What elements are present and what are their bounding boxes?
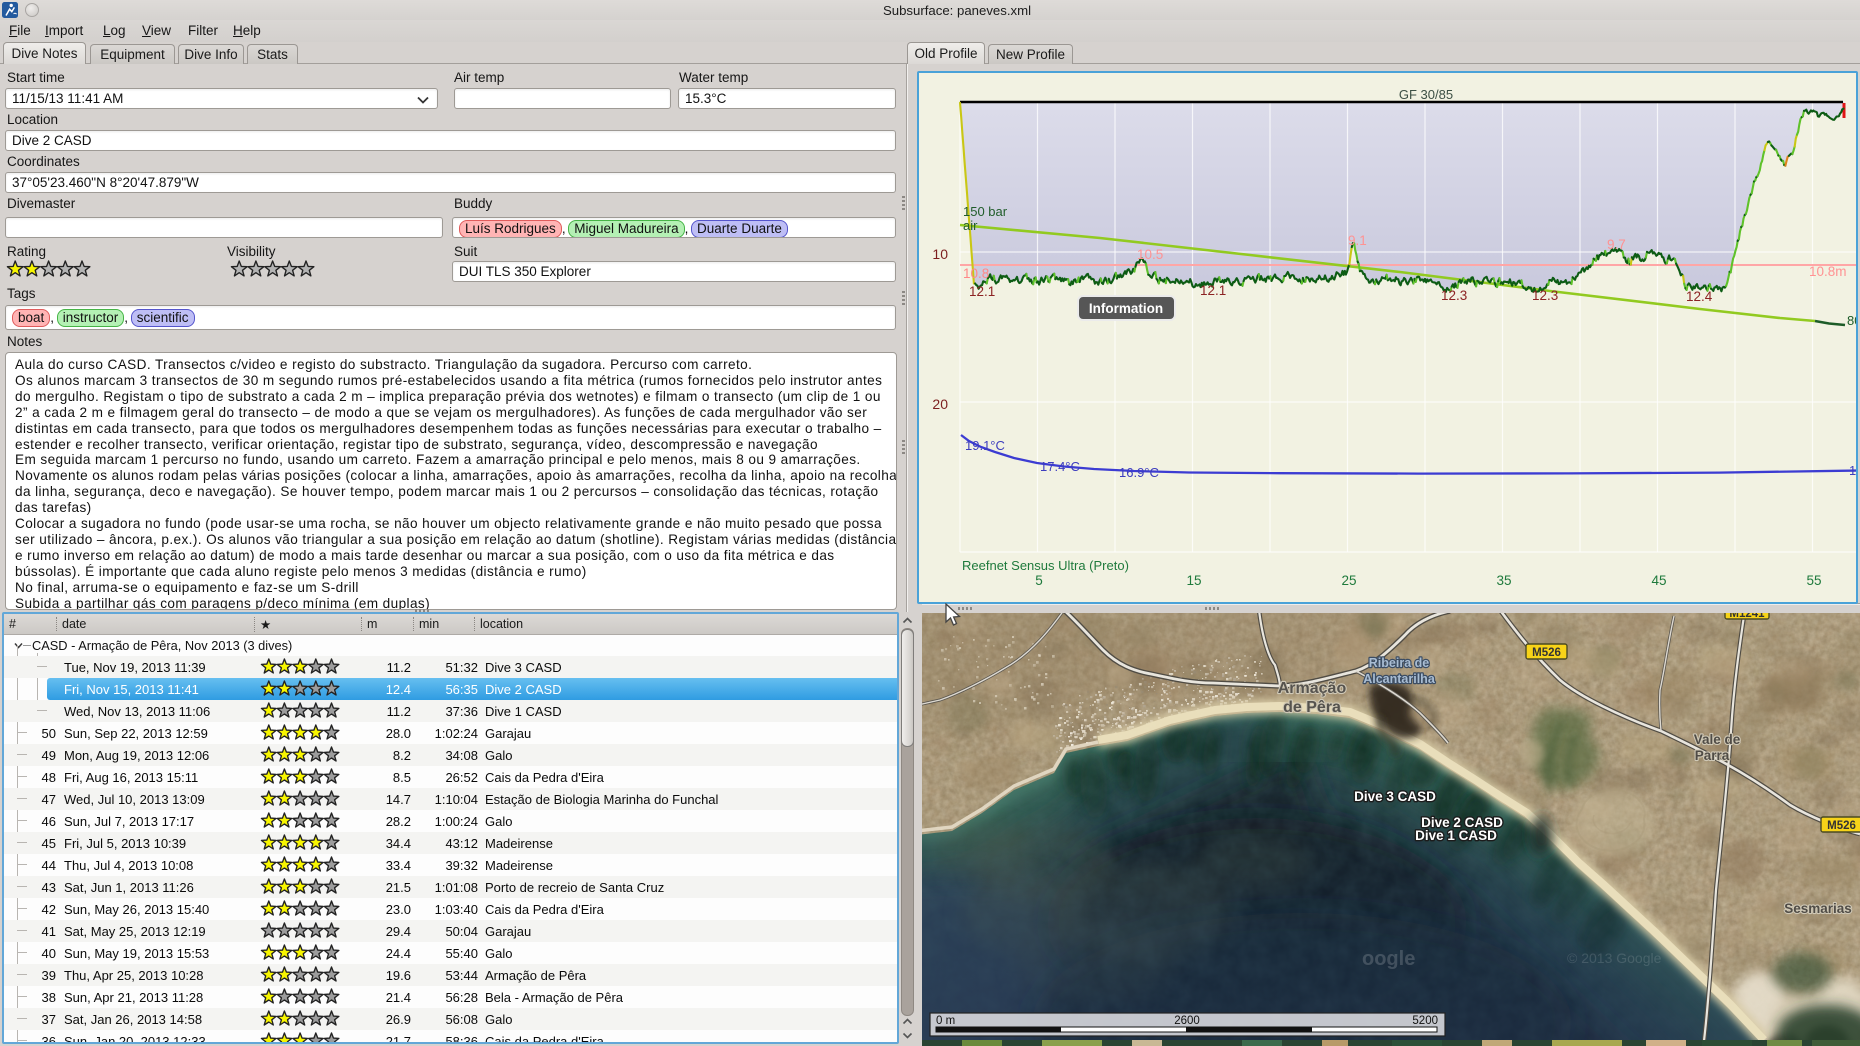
svg-text:12.4: 12.4: [1686, 289, 1713, 304]
svg-text:5: 5: [1035, 573, 1043, 588]
svg-text:12.1: 12.1: [1200, 283, 1226, 298]
svg-text:0 m: 0 m: [936, 1015, 955, 1027]
svg-text:10: 10: [932, 246, 948, 262]
svg-text:9.1: 9.1: [1348, 233, 1367, 248]
svg-text:M526: M526: [1532, 647, 1561, 659]
svg-text:150 bar: 150 bar: [963, 204, 1008, 219]
svg-text:Armação: Armação: [1278, 680, 1347, 697]
svg-text:45: 45: [1651, 573, 1666, 588]
svg-text:17.4°C: 17.4°C: [1040, 459, 1080, 474]
svg-text:M1241: M1241: [1729, 613, 1765, 620]
svg-text:Reefnet Sensus Ultra (Preto): Reefnet Sensus Ultra (Preto): [962, 558, 1129, 573]
svg-text:16.9°C: 16.9°C: [1119, 465, 1159, 480]
svg-text:Alcantarilha: Alcantarilha: [1363, 672, 1436, 686]
svg-text:12.3: 12.3: [1441, 288, 1467, 303]
svg-text:2600: 2600: [1174, 1015, 1200, 1027]
svg-text:Information: Information: [1089, 301, 1163, 316]
svg-text:Dive 3 CASD: Dive 3 CASD: [1354, 789, 1436, 804]
svg-text:Parra: Parra: [1695, 748, 1730, 763]
svg-text:air: air: [963, 218, 978, 233]
svg-text:55: 55: [1806, 573, 1821, 588]
svg-text:10.5: 10.5: [1137, 247, 1163, 262]
svg-text:80: 80: [1847, 313, 1856, 328]
svg-text:10.8: 10.8: [963, 266, 989, 281]
svg-text:20: 20: [932, 396, 948, 412]
svg-text:Ribeira de: Ribeira de: [1369, 656, 1429, 670]
svg-text:25: 25: [1341, 573, 1356, 588]
svg-text:12.3: 12.3: [1532, 288, 1558, 303]
svg-text:35: 35: [1496, 573, 1511, 588]
svg-text:15: 15: [1186, 573, 1201, 588]
svg-text:12.1: 12.1: [969, 284, 995, 299]
svg-text:Sesmarias: Sesmarias: [1784, 901, 1852, 916]
svg-text:oogle: oogle: [1362, 948, 1415, 970]
svg-text:GF 30/85: GF 30/85: [1399, 87, 1453, 102]
svg-text:Dive 1 CASD: Dive 1 CASD: [1415, 828, 1497, 843]
svg-text:de Pêra: de Pêra: [1283, 699, 1341, 716]
svg-text:Vale de: Vale de: [1694, 732, 1741, 747]
svg-text:9.7: 9.7: [1607, 237, 1626, 252]
svg-text:5200: 5200: [1412, 1015, 1438, 1027]
svg-text:© 2013 Google: © 2013 Google: [1567, 950, 1662, 966]
svg-text:19.1°C: 19.1°C: [965, 438, 1005, 453]
svg-text:10.8m: 10.8m: [1809, 264, 1847, 279]
svg-text:16: 16: [1849, 463, 1856, 478]
svg-text:M526: M526: [1827, 820, 1856, 832]
